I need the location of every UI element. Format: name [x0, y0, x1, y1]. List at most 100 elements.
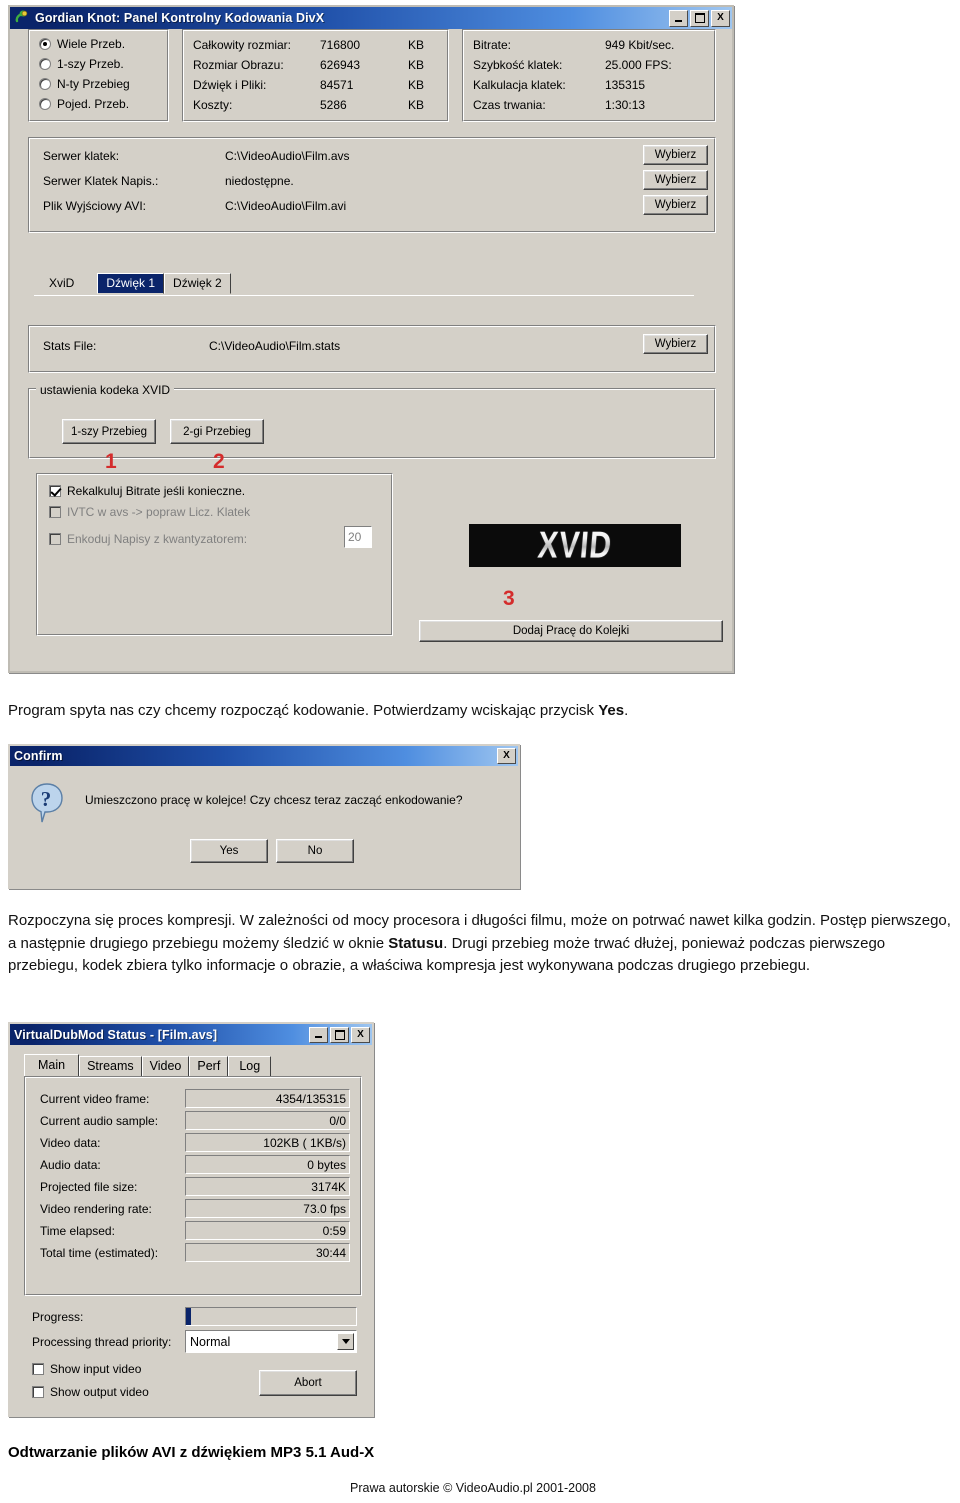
- show-input-video-checkbox[interactable]: [32, 1363, 44, 1375]
- status-tabstrip: Main Streams Video Perf Log: [24, 1054, 272, 1077]
- gordian-knot-titlebar: Gordian Knot: Panel Kontrolny Kodowania …: [10, 7, 732, 29]
- status-tab-video[interactable]: Video: [141, 1056, 190, 1077]
- radio-row-2[interactable]: N-ty Przebieg: [39, 77, 130, 91]
- question-icon: ?: [30, 782, 64, 823]
- pass1-button[interactable]: 1-szy Przebieg: [62, 419, 156, 444]
- virtualdubmod-status-window: VirtualDubMod Status - [Film.avs] X Main…: [8, 1022, 374, 1417]
- checkbox-row-1: IVTC w avs -> popraw Licz. Klatek: [49, 505, 250, 519]
- show-output-video-row[interactable]: Show output video: [32, 1385, 149, 1399]
- size-value-1: 626943: [320, 58, 361, 72]
- status-row-value-4: 3174K: [185, 1177, 350, 1196]
- radio-pojed-przeb[interactable]: [39, 98, 51, 110]
- minimize-button[interactable]: [669, 9, 688, 27]
- confirm-close-icon[interactable]: X: [497, 748, 516, 764]
- chevron-down-icon[interactable]: [337, 1333, 354, 1350]
- size-unit-1: KB: [408, 58, 425, 72]
- confirm-titlebar: Confirm X: [10, 746, 518, 766]
- add-job-to-queue-button[interactable]: Dodaj Pracę do Kolejki: [419, 620, 723, 642]
- show-output-video-checkbox[interactable]: [32, 1386, 44, 1398]
- stream-value-1: 25.000 FPS:: [605, 58, 672, 72]
- status-maximize-button[interactable]: [330, 1026, 349, 1043]
- status-tab-log[interactable]: Log: [228, 1056, 272, 1077]
- radio-1szy-przeb[interactable]: [39, 58, 51, 70]
- confirm-dialog: Confirm X ? Umieszczono pracę w kolejce!…: [8, 744, 520, 889]
- status-row-label-3: Audio data:: [40, 1158, 101, 1172]
- status-row-value-6: 0:59: [185, 1221, 350, 1240]
- marker-2: 2: [213, 450, 225, 473]
- checkbox-label-1: IVTC w avs -> popraw Licz. Klatek: [67, 505, 251, 519]
- radio-row-3[interactable]: Pojed. Przeb.: [39, 97, 129, 111]
- text-block-2-line1: Rozpoczyna się proces kompresji. W zależ…: [8, 912, 730, 929]
- status-row-label-1: Current audio sample:: [40, 1114, 159, 1128]
- text-block-1-part1: Program spyta nas czy chcemy rozpocząć k…: [8, 702, 599, 719]
- radio-row-0[interactable]: Wiele Przeb.: [39, 37, 125, 51]
- stats-file-group: Stats File: C:\VideoAudio\Film.stats Wyb…: [28, 325, 716, 373]
- text-block-1-bold: Yes: [598, 702, 625, 719]
- pass2-button[interactable]: 2-gi Przebieg: [170, 419, 264, 444]
- titlebar-buttons: X: [669, 9, 730, 27]
- browse-button-2[interactable]: Wybierz: [643, 195, 708, 215]
- stats-value: C:\VideoAudio\Film.stats: [209, 339, 341, 353]
- tab-xvid[interactable]: XviD: [34, 273, 97, 294]
- radio-nty-przebieg[interactable]: [39, 78, 51, 90]
- status-row-label-5: Video rendering rate:: [40, 1202, 152, 1216]
- status-minimize-button[interactable]: [309, 1026, 328, 1043]
- confirm-no-button[interactable]: No: [276, 839, 354, 863]
- radio-row-1[interactable]: 1-szy Przeb.: [39, 57, 124, 71]
- marker-1: 1: [105, 450, 117, 473]
- status-tab-streams[interactable]: Streams: [79, 1056, 142, 1077]
- progress-label: Progress:: [32, 1310, 84, 1324]
- encode-subtitles-checkbox: [49, 533, 61, 545]
- file-value-2: C:\VideoAudio\Film.avi: [225, 199, 347, 213]
- tab-dzwiek-2[interactable]: Dźwięk 2: [164, 273, 231, 294]
- stats-browse-button[interactable]: Wybierz: [643, 334, 708, 354]
- browse-button-0[interactable]: Wybierz: [643, 145, 708, 165]
- tab-dzwiek-1[interactable]: Dźwięk 1: [97, 273, 165, 294]
- status-titlebar: VirtualDubMod Status - [Film.avs] X: [10, 1024, 372, 1045]
- browse-button-1[interactable]: Wybierz: [643, 170, 708, 190]
- recalc-bitrate-checkbox[interactable]: [49, 485, 61, 497]
- stream-info-group: Bitrate: 949 Kbit/sec. Szybkość klatek: …: [462, 29, 716, 122]
- confirm-titlebar-buttons: X: [497, 748, 516, 764]
- svg-text:?: ?: [41, 787, 52, 811]
- radio-label-3: Pojed. Przeb.: [57, 97, 130, 111]
- checkbox-row-0[interactable]: Rekalkuluj Bitrate jeśli konieczne.: [49, 484, 245, 498]
- status-close-button[interactable]: X: [351, 1026, 370, 1043]
- size-label-1: Rozmiar Obrazu:: [193, 58, 284, 72]
- file-label-0: Serwer klatek:: [43, 149, 120, 163]
- show-input-video-row[interactable]: Show input video: [32, 1362, 141, 1376]
- status-row-value-1: 0/0: [185, 1111, 350, 1130]
- abort-button[interactable]: Abort: [259, 1370, 357, 1396]
- radio-wiele-przeb[interactable]: [39, 38, 51, 50]
- maximize-button[interactable]: [690, 9, 709, 27]
- stream-label-2: Kalkulacja klatek:: [473, 78, 566, 92]
- ivtc-checkbox: [49, 506, 61, 518]
- stream-value-3: 1:30:13: [605, 98, 646, 112]
- status-row-label-4: Projected file size:: [40, 1180, 138, 1194]
- codec-tabstrip: XviD Dźwięk 1 Dźwięk 2: [34, 273, 231, 294]
- gordian-knot-window: Gordian Knot: Panel Kontrolny Kodowania …: [8, 5, 734, 673]
- priority-combo[interactable]: Normal: [185, 1330, 357, 1353]
- stream-label-0: Bitrate:: [473, 38, 512, 52]
- status-tab-perf[interactable]: Perf: [189, 1056, 229, 1077]
- stream-value-0: 949 Kbit/sec.: [605, 38, 675, 52]
- xvid-logo: XVID: [469, 524, 681, 567]
- size-info-group: Całkowity rozmiar: 716800 KB Rozmiar Obr…: [182, 29, 449, 122]
- status-tab-main[interactable]: Main: [24, 1054, 80, 1077]
- quantizer-input[interactable]: 20: [344, 526, 372, 548]
- gordian-knot-icon: [14, 10, 30, 26]
- status-titlebar-buttons: X: [309, 1026, 370, 1043]
- status-row-value-3: 0 bytes: [185, 1155, 350, 1174]
- file-value-0: C:\VideoAudio\Film.avs: [225, 149, 350, 163]
- stream-label-3: Czas trwania:: [473, 98, 546, 112]
- status-row-value-7: 30:44: [185, 1243, 350, 1262]
- close-button[interactable]: X: [711, 9, 730, 27]
- stats-label: Stats File:: [43, 339, 97, 353]
- confirm-yes-button[interactable]: Yes: [190, 839, 268, 863]
- stream-value-2: 135315: [605, 78, 646, 92]
- file-value-1: niedostępne.: [225, 174, 294, 188]
- status-window-title: VirtualDubMod Status - [Film.avs]: [14, 1027, 218, 1042]
- text-block-2: Rozpoczyna się proces kompresji. W zależ…: [8, 910, 954, 978]
- radio-label-2: N-ty Przebieg: [57, 77, 130, 91]
- size-label-0: Całkowity rozmiar:: [193, 38, 292, 52]
